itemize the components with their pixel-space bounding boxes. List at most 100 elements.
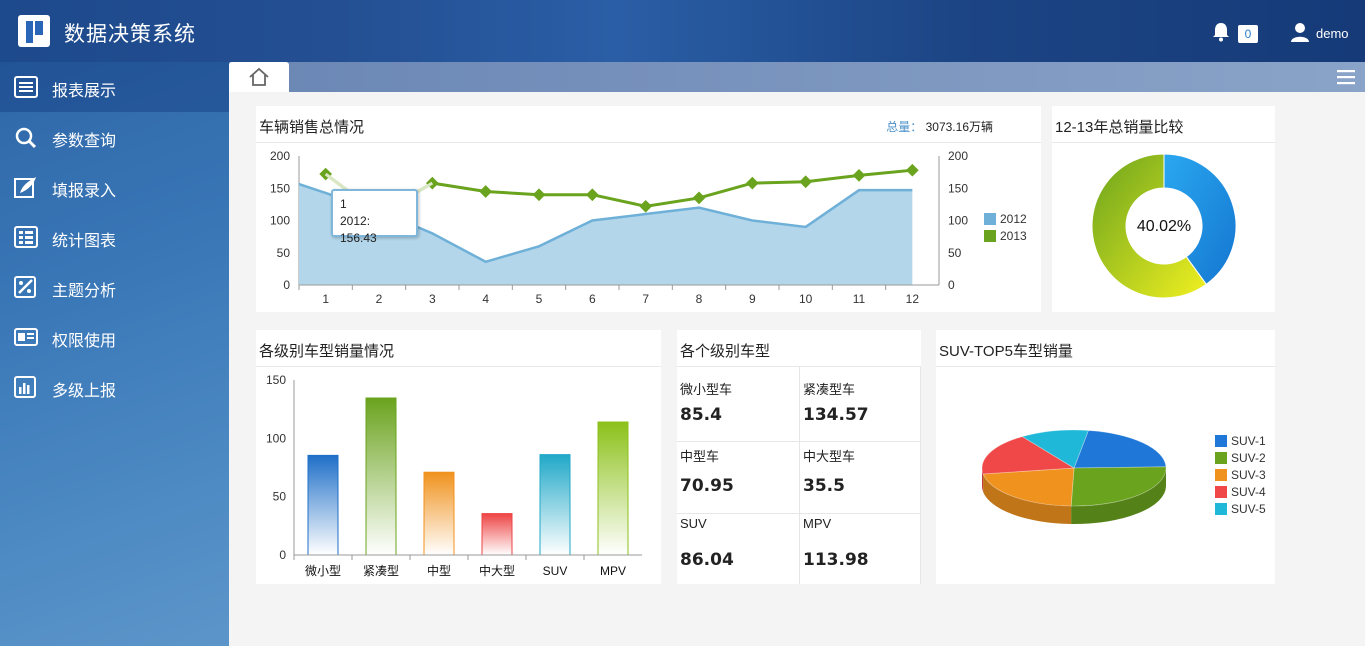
legend-label: SUV-1 xyxy=(1231,434,1266,448)
grid-cell: SUV 86.04 xyxy=(677,514,800,584)
legend-label: SUV-3 xyxy=(1231,468,1266,482)
chart-list-icon xyxy=(14,226,38,248)
sidebar-item-label: 主题分析 xyxy=(52,283,117,300)
cell-label: 紧凑型车 xyxy=(803,382,856,397)
x-tick-label: 9 xyxy=(749,292,756,306)
x-tick-label: 10 xyxy=(799,292,813,306)
sidebar-item-analysis[interactable]: 主题分析 xyxy=(0,262,229,312)
legend-swatch xyxy=(1215,452,1227,464)
legend-swatch xyxy=(1215,503,1227,515)
x-tick-label: MPV xyxy=(600,564,626,578)
cell-label: 中大型车 xyxy=(803,449,856,464)
notification-badge[interactable]: 0 xyxy=(1238,25,1258,43)
donut-center-label: 40.02% xyxy=(1136,218,1192,235)
legend-swatch xyxy=(984,213,996,225)
bar xyxy=(481,513,513,556)
chart-tooltip: 1 2012: 156.43 xyxy=(331,189,418,245)
x-tick-label: 5 xyxy=(536,292,543,306)
panel-suv: SUV-TOP5车型销量 SUV-1 SUV-2 SUV-3 SUV-4 SUV-5 xyxy=(936,330,1275,584)
x-tick-label: 紧凑型 xyxy=(363,564,399,578)
cell-label: 微小型车 xyxy=(680,382,733,397)
x-tick-label: 3 xyxy=(429,292,436,306)
home-icon xyxy=(249,67,269,86)
tab-home[interactable] xyxy=(229,62,289,92)
series-2013-point xyxy=(905,163,919,177)
cell-value: 70.95 xyxy=(680,476,734,496)
y-tick-label: 50 xyxy=(277,246,291,260)
y-tick-label: 100 xyxy=(270,214,290,228)
y-tick-label: 100 xyxy=(266,431,286,445)
bar xyxy=(597,421,629,556)
cell-value: 35.5 xyxy=(803,476,845,496)
search-icon xyxy=(15,127,37,148)
cell-value: 134.57 xyxy=(803,405,869,425)
sidebar-item-chart[interactable]: 统计图表 xyxy=(0,212,229,262)
series-2013-point xyxy=(852,168,866,182)
x-tick-label: 1 xyxy=(322,292,329,306)
cell-value: 85.4 xyxy=(680,405,722,425)
analysis-icon xyxy=(14,276,36,298)
y2-tick-label: 150 xyxy=(948,181,968,195)
legend-label: SUV-2 xyxy=(1231,451,1266,465)
cell-label: 中型车 xyxy=(680,449,720,464)
cell-value: 113.98 xyxy=(803,550,869,570)
sidebar-item-label: 统计图表 xyxy=(52,233,117,250)
panel-level-bar: 各级别车型销量情况 0 50 100 150 微小型 紧凑型 中型 中大型 SUV MPV xyxy=(256,330,661,584)
sidebar-item-multi-report[interactable]: 多级上报 xyxy=(0,362,229,412)
legend-label: 2013 xyxy=(1000,229,1027,243)
x-tick-label: 4 xyxy=(482,292,489,306)
username[interactable]: demo xyxy=(1316,26,1349,41)
grid-cell: 微小型车 85.4 xyxy=(677,367,800,442)
cell-label: SUV xyxy=(680,516,707,531)
x-tick-label: 12 xyxy=(906,292,920,306)
bar xyxy=(423,471,455,556)
x-tick-label: 8 xyxy=(696,292,703,306)
bell-icon[interactable] xyxy=(1212,22,1230,42)
grid-cell: 紧凑型车 134.57 xyxy=(800,367,921,442)
panel-sales: 车辆销售总情况 总量： 3073.16万辆 0 0 50 50 100 100 150 150… xyxy=(256,106,1041,312)
legend-swatch xyxy=(1215,469,1227,481)
sidebar-item-label: 权限使用 xyxy=(52,333,117,350)
y-tick-label: 200 xyxy=(270,149,290,163)
sidebar-item-report[interactable]: 报表展示 xyxy=(0,62,229,112)
legend-label: SUV-4 xyxy=(1231,485,1266,499)
sidebar-item-label: 报表展示 xyxy=(52,83,117,100)
grid-cell: MPV 113.98 xyxy=(800,514,921,584)
top-bar: 数据决策系统 0 demo xyxy=(0,0,1365,62)
series-2013-point xyxy=(639,199,653,213)
series-2013-point xyxy=(585,188,599,202)
x-tick-label: 2 xyxy=(376,292,383,306)
permission-icon xyxy=(14,328,38,346)
donut-chart xyxy=(1091,153,1237,299)
panel-title: 各个级别车型 xyxy=(680,343,771,360)
user-icon[interactable] xyxy=(1290,22,1310,42)
pie-slice xyxy=(1073,430,1167,469)
menu-icon[interactable] xyxy=(1337,69,1355,85)
legend-swatch xyxy=(984,230,996,242)
y-tick-label: 150 xyxy=(270,181,290,195)
y-tick-label: 50 xyxy=(273,490,287,504)
y-tick-label: 0 xyxy=(279,548,286,562)
series-2013-point xyxy=(479,185,493,198)
bar xyxy=(539,454,571,556)
panel-level-grid: 各个级别车型 微小型车 85.4 紧凑型车 134.57 中型车 70.95 中… xyxy=(677,330,921,584)
sidebar-item-fill[interactable]: 填报录入 xyxy=(0,162,229,212)
sidebar-item-query[interactable]: 参数查询 xyxy=(0,112,229,162)
y2-tick-label: 200 xyxy=(948,149,968,163)
legend-label: SUV-5 xyxy=(1231,502,1266,516)
sidebar-item-label: 参数查询 xyxy=(52,133,117,150)
sidebar-item-label: 多级上报 xyxy=(52,383,117,400)
y-tick-label: 0 xyxy=(283,278,290,292)
y-tick-label: 150 xyxy=(266,373,286,387)
tab-bar xyxy=(229,62,1365,92)
bar xyxy=(307,454,339,556)
bar-chart-icon xyxy=(14,376,36,398)
sidebar-item-label: 填报录入 xyxy=(52,183,117,200)
x-tick-label: 中型 xyxy=(427,563,451,578)
legend-swatch xyxy=(1215,435,1227,447)
x-tick-label: 中大型 xyxy=(479,563,515,578)
x-tick-label: 微小型 xyxy=(305,564,341,578)
series-2013-point xyxy=(745,176,759,190)
sidebar-item-permission[interactable]: 权限使用 xyxy=(0,312,229,362)
app-logo-icon xyxy=(18,15,50,47)
